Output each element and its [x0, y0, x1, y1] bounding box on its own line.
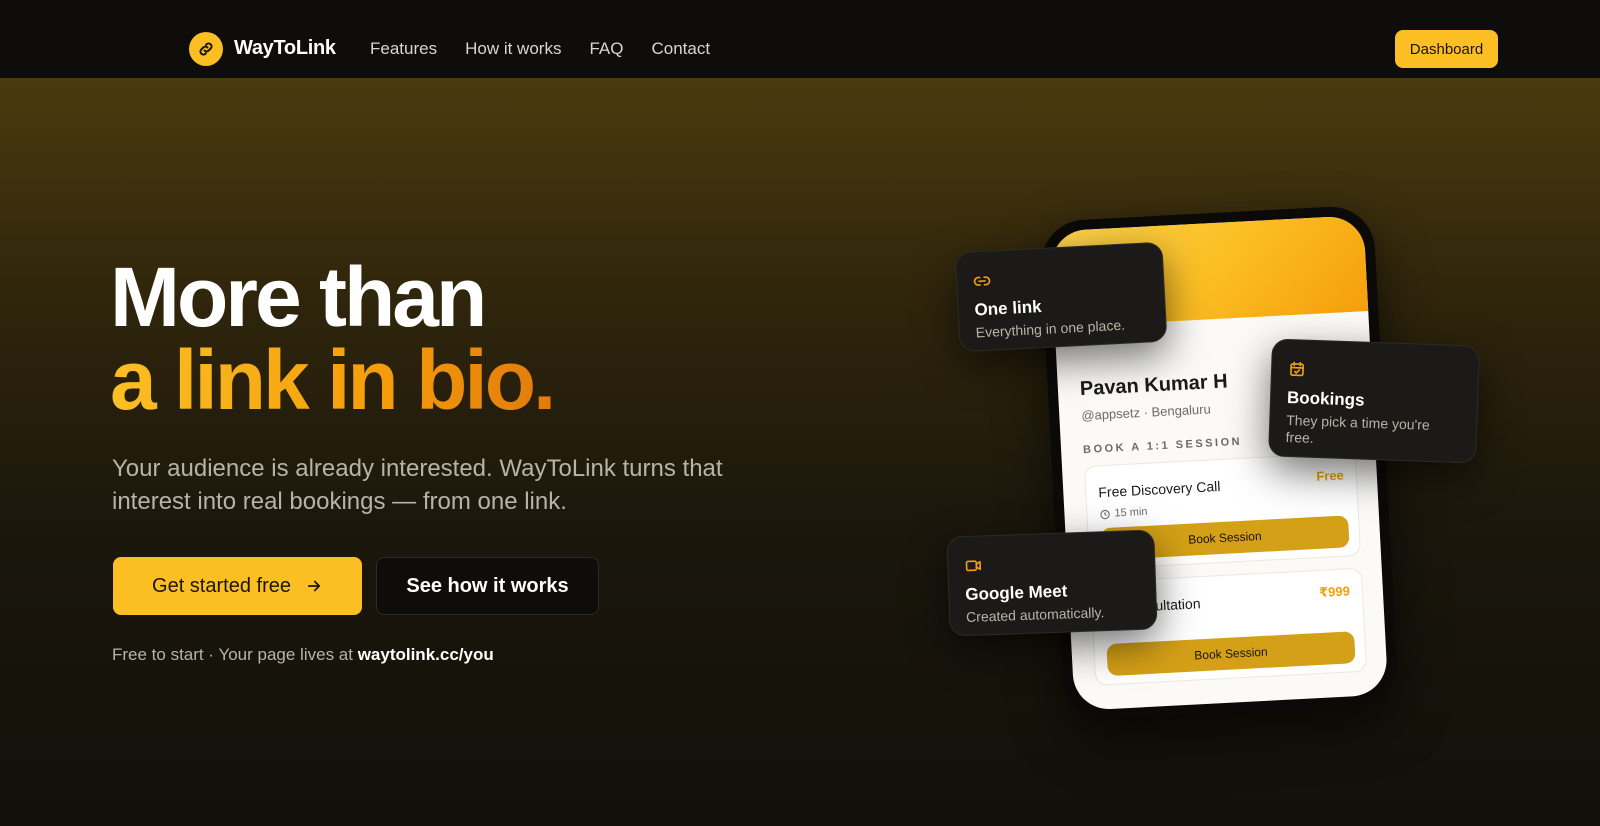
link-icon [199, 42, 213, 56]
top-nav: WayToLink Features How it works FAQ Cont… [0, 0, 1600, 78]
hero-headline-line2: a link in bio. [110, 333, 556, 427]
hero-note: Free to start · Your page lives at wayto… [112, 645, 494, 665]
nav-link-how-it-works[interactable]: How it works [465, 39, 561, 59]
hero-headline-line1: More than [110, 250, 487, 344]
get-started-button[interactable]: Get started free [113, 557, 362, 615]
book-session-button[interactable]: Book Session [1106, 631, 1356, 677]
card-desc: Created automatically. [965, 604, 1105, 626]
hero-note-text: Free to start · Your page lives at [112, 645, 358, 664]
feature-card-google-meet: Google Meet Created automatically. [946, 529, 1158, 637]
service-duration-text: 15 min [1114, 505, 1148, 520]
dashboard-button[interactable]: Dashboard [1395, 30, 1498, 68]
card-title: Bookings [1286, 387, 1365, 410]
see-how-it-works-button[interactable]: See how it works [376, 557, 599, 615]
nav-link-features[interactable]: Features [370, 39, 437, 59]
nav-link-contact[interactable]: Contact [651, 39, 710, 59]
hero-subtext: Your audience is already interested. Way… [112, 455, 723, 515]
video-camera-icon [965, 560, 982, 572]
service-price: Free [1315, 467, 1345, 484]
brand-logo[interactable] [189, 32, 223, 66]
card-title: Google Meet [965, 581, 1068, 605]
card-desc: They pick a time you're free. [1285, 411, 1430, 446]
nav-link-faq[interactable]: FAQ [589, 39, 623, 59]
service-duration: 15 min [1099, 506, 1148, 520]
hero-note-url: waytolink.cc/you [357, 645, 494, 664]
section-label: BOOK A 1:1 SESSION [1082, 435, 1243, 457]
nav-links: Features How it works FAQ Contact [370, 39, 710, 59]
feature-card-one-link: One link Everything in one place. [954, 241, 1168, 353]
get-started-label: Get started free [152, 574, 291, 597]
card-desc: Everything in one place. [975, 316, 1126, 341]
clock-icon [1100, 509, 1110, 519]
brand-name[interactable]: WayToLink [234, 37, 336, 60]
arrow-right-icon [307, 580, 321, 592]
link-icon [973, 276, 991, 286]
profile-handle: @appsetz · Bengaluru [1080, 401, 1212, 424]
service-price: ₹999 [1318, 583, 1351, 600]
profile-name: Pavan Kumar H [1079, 370, 1229, 401]
calendar-check-icon [1290, 361, 1305, 377]
feature-card-bookings: Bookings They pick a time you're free. [1268, 338, 1480, 464]
service-title: Free Discovery Call [1097, 477, 1221, 501]
